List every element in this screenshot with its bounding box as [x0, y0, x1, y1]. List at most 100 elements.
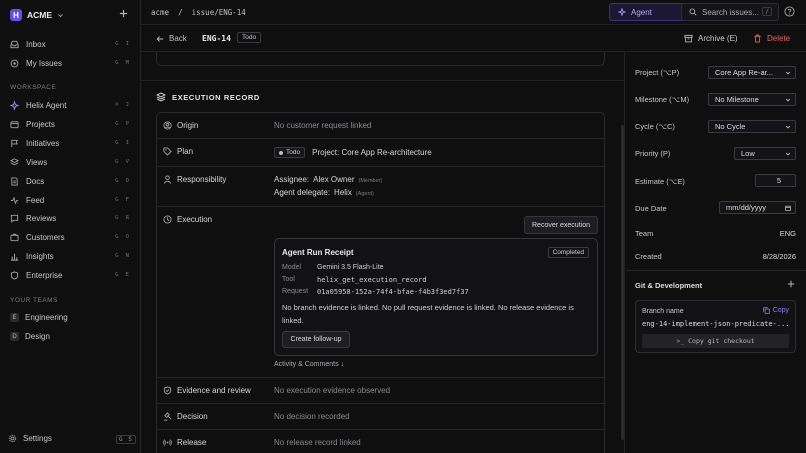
- status-badge: Completed: [547, 247, 589, 258]
- status-badge[interactable]: Todo: [237, 32, 262, 43]
- sidebar-item-docs[interactable]: Docs G D: [0, 172, 141, 190]
- main-content: EXECUTION RECORD Origin No customer requ…: [141, 52, 625, 453]
- plan-project-text: Project: Core App Re-architecture: [312, 148, 432, 157]
- recover-execution-button[interactable]: Recover execution: [524, 216, 598, 234]
- team-badge: E: [10, 313, 19, 322]
- create-follow-up-button[interactable]: Create follow-up: [282, 331, 350, 348]
- model-value: Gemini 3.5 Flash-Lite: [317, 264, 384, 271]
- milestone-select[interactable]: No Milestone: [708, 93, 796, 106]
- decision-label: Decision: [177, 412, 208, 421]
- sidebar-item-label: Enterprise: [26, 270, 63, 280]
- tool-value: helix_get_execution_record: [317, 276, 427, 284]
- copy-git-checkout-button[interactable]: >_ Copy git checkout: [642, 334, 789, 348]
- estimate-value: 5: [776, 176, 781, 185]
- main-scrollbar[interactable]: [621, 125, 624, 440]
- team-label: Design: [25, 332, 50, 341]
- origin-label: Origin: [177, 121, 199, 130]
- broadcast-icon: [163, 439, 172, 446]
- record-row-execution: Execution Recover execution Agent Run Re…: [157, 207, 606, 378]
- sidebar: H ACME Inbox G I My Issues G M WORKSPACE…: [0, 0, 141, 453]
- due-date-input[interactable]: mm/dd/yyyy: [719, 201, 796, 214]
- shortcut-hint: G V: [115, 159, 131, 165]
- trash-icon: [754, 34, 761, 43]
- gear-icon: [8, 434, 17, 443]
- shield-icon: [10, 270, 19, 280]
- team-value[interactable]: ENG: [780, 229, 796, 238]
- assignee-name[interactable]: Alex Owner: [313, 175, 354, 184]
- sidebar-item-helix-agent[interactable]: Helix Agent ⌘ J: [0, 96, 141, 114]
- plan-status-text: Todo: [286, 149, 301, 156]
- insights-icon: [10, 253, 19, 261]
- sidebar-item-feed[interactable]: Feed G F: [0, 191, 141, 209]
- previous-section-card: [156, 52, 605, 66]
- created-value: 8/28/2026: [762, 252, 796, 261]
- estimate-input[interactable]: 5: [755, 174, 796, 187]
- sidebar-item-customers[interactable]: Customers G O: [0, 228, 141, 246]
- workspace-switcher[interactable]: H ACME: [10, 8, 64, 22]
- new-issue-button[interactable]: [119, 9, 128, 18]
- delegate-name[interactable]: Helix: [334, 188, 352, 197]
- plus-icon: [787, 280, 795, 288]
- checkout-label: Copy git checkout: [688, 337, 755, 345]
- user-circle-icon: [163, 121, 172, 130]
- delegate-role: (Agent): [355, 191, 374, 197]
- sidebar-item-insights[interactable]: Insights G N: [0, 247, 141, 265]
- milestone-select-value: No Milestone: [715, 95, 759, 104]
- section-title: EXECUTION RECORD: [172, 92, 260, 102]
- sidebar-item-label: Views: [26, 157, 48, 167]
- row-label: Plan: [163, 147, 193, 156]
- record-row-origin: Origin No customer request linked: [157, 113, 606, 139]
- plan-status-badge[interactable]: Todo: [274, 147, 306, 158]
- branch-name: eng-14-implement-json-predicate-...: [642, 320, 790, 328]
- priority-select[interactable]: Low: [734, 147, 796, 160]
- issue-id: ENG-14: [202, 34, 231, 43]
- back-button[interactable]: Back: [156, 34, 187, 43]
- row-label: Evidence and review: [163, 386, 251, 395]
- inbox-icon: [10, 40, 19, 48]
- copy-label: Copy: [772, 307, 789, 314]
- archive-button[interactable]: Archive (E): [684, 34, 738, 43]
- record-row-plan: Plan Todo Project: Core App Re-architect…: [157, 139, 606, 167]
- my-issues-icon: [10, 59, 19, 67]
- sidebar-item-my-issues[interactable]: My Issues G M: [0, 54, 141, 72]
- shortcut-hint: G E: [115, 272, 131, 278]
- help-button[interactable]: [784, 6, 795, 17]
- sidebar-item-projects[interactable]: Projects G P: [0, 115, 141, 133]
- delete-button[interactable]: Delete: [753, 34, 790, 43]
- team-item-design[interactable]: D Design: [10, 332, 50, 341]
- release-value: No release record linked: [274, 438, 361, 447]
- sidebar-item-reviews[interactable]: Reviews G R: [0, 209, 141, 227]
- customers-icon: [10, 233, 19, 241]
- sidebar-item-initiatives[interactable]: Initiatives G I: [0, 134, 141, 152]
- shortcut-hint: G S: [116, 435, 136, 444]
- due-date-placeholder: mm/dd/yyyy: [726, 203, 767, 212]
- execution-record-heading: EXECUTION RECORD: [156, 92, 260, 102]
- sidebar-item-inbox[interactable]: Inbox G I: [0, 35, 141, 53]
- activity-comments-link[interactable]: Activity & Comments ↓: [274, 361, 344, 368]
- settings-label: Settings: [23, 434, 52, 443]
- delegate-label: Agent delegate:: [274, 188, 331, 197]
- section-divider: [141, 80, 624, 81]
- search-button[interactable]: Search issues... /: [681, 3, 779, 21]
- sidebar-item-label: Inbox: [26, 39, 46, 49]
- agent-run-receipt: Agent Run Receipt Completed Model Gemini…: [274, 238, 598, 356]
- sidebar-item-enterprise[interactable]: Enterprise G E: [0, 266, 141, 284]
- sidebar-item-label: Helix Agent: [26, 100, 67, 110]
- cycle-select[interactable]: No Cycle: [708, 120, 796, 133]
- team-item-engineering[interactable]: E Engineering: [10, 313, 68, 322]
- archive-icon: [684, 34, 693, 43]
- breadcrumb[interactable]: acme / issue/ENG-14: [151, 8, 246, 17]
- settings-button[interactable]: Settings: [8, 434, 52, 443]
- copy-branch-button[interactable]: Copy: [762, 307, 789, 314]
- receipt-request: Request 01a05958-152a-74f4-bfae-f4b3f3ed…: [282, 288, 469, 296]
- shortcut-hint: G M: [115, 60, 131, 66]
- arrow-left-icon: [156, 35, 164, 42]
- sidebar-item-label: Docs: [26, 176, 45, 186]
- add-git-link-button[interactable]: [787, 280, 795, 288]
- team-label: Engineering: [25, 313, 68, 322]
- sidebar-item-views[interactable]: Views G V: [0, 153, 141, 171]
- cycle-select-value: No Cycle: [715, 122, 746, 131]
- branch-card: Branch name Copy eng-14-implement-json-p…: [635, 300, 796, 353]
- row-label: Responsibility: [163, 175, 226, 184]
- project-select[interactable]: Core App Re-ar...: [708, 66, 796, 79]
